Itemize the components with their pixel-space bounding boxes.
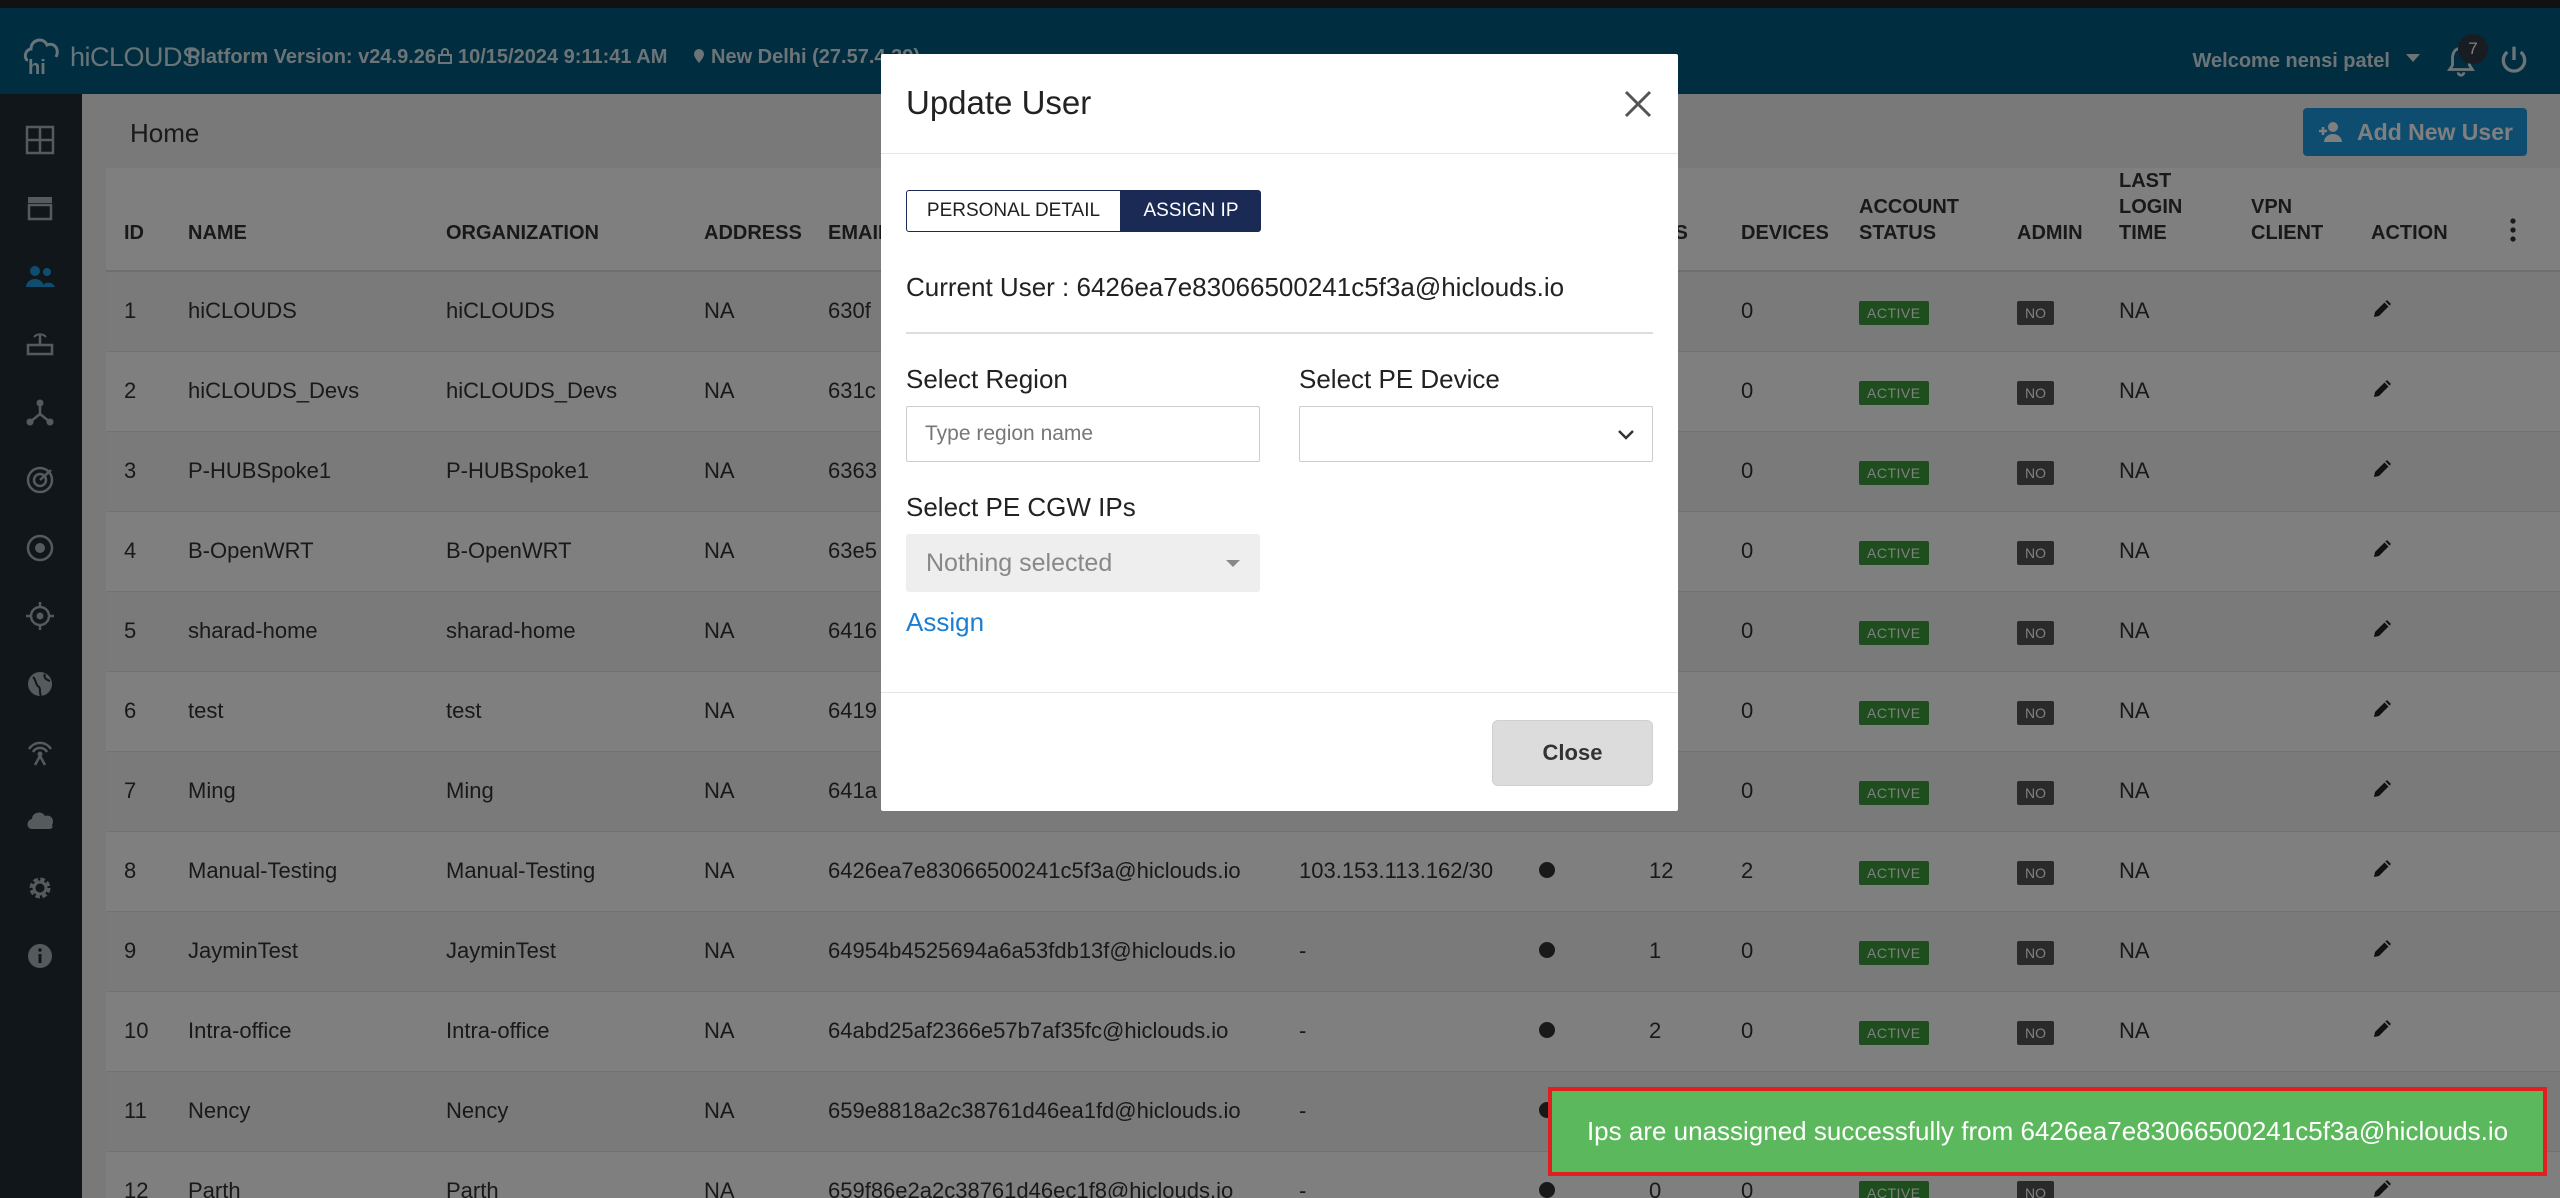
divider bbox=[906, 332, 1653, 334]
modal-tabs: PERSONAL DETAIL ASSIGN IP bbox=[906, 190, 1261, 232]
region-search-input[interactable] bbox=[906, 406, 1260, 462]
assign-link[interactable]: Assign bbox=[906, 607, 984, 638]
select-pe-device-label: Select PE Device bbox=[1299, 364, 1500, 394]
update-user-modal: Update User PERSONAL DETAIL ASSIGN IP Cu… bbox=[881, 54, 1678, 811]
modal-footer-divider bbox=[881, 692, 1678, 693]
chevron-down-icon bbox=[1618, 430, 1634, 440]
success-toast[interactable]: Ips are unassigned successfully from 642… bbox=[1548, 1087, 2547, 1176]
toast-message: Ips are unassigned successfully from 642… bbox=[1586, 1116, 2509, 1146]
tab-personal-detail[interactable]: PERSONAL DETAIL bbox=[906, 190, 1121, 232]
current-user-text: Current User : 6426ea7e83066500241c5f3a@… bbox=[906, 272, 1565, 302]
cgw-ips-value: Nothing selected bbox=[926, 549, 1113, 577]
modal-header: Update User bbox=[881, 54, 1678, 154]
close-button[interactable]: Close bbox=[1492, 720, 1653, 786]
close-icon[interactable] bbox=[1618, 84, 1658, 124]
select-region-label: Select Region bbox=[906, 364, 1068, 394]
modal-title: Update User bbox=[906, 84, 1092, 121]
caret-down-icon bbox=[1226, 560, 1240, 567]
select-cgw-ips-label: Select PE CGW IPs bbox=[906, 492, 1136, 522]
pe-device-select[interactable] bbox=[1299, 406, 1653, 462]
tab-assign-ip[interactable]: ASSIGN IP bbox=[1121, 190, 1261, 232]
cgw-ips-select[interactable]: Nothing selected bbox=[906, 534, 1260, 592]
